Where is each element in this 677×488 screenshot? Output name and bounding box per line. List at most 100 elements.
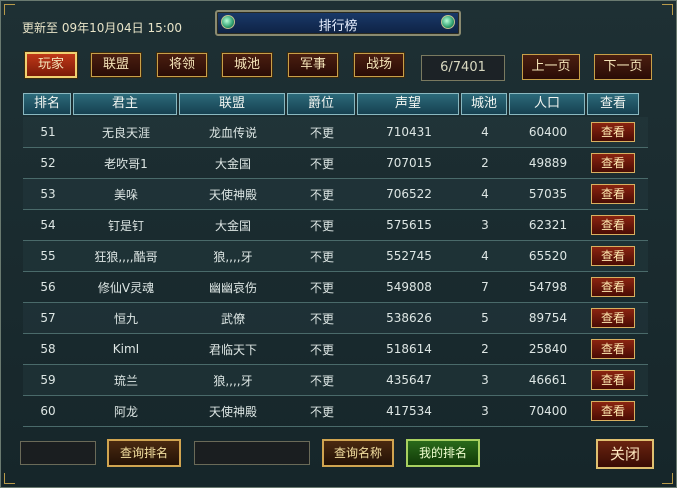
- alliance-cell: 君临天下: [208, 342, 257, 357]
- population-cell: 60400: [528, 125, 568, 139]
- prev-page-button[interactable]: 上一页: [522, 54, 580, 80]
- alliance-cell: 大金国: [214, 218, 251, 233]
- alliance-cell: 天使神殿: [208, 404, 257, 419]
- title-cell: 不更: [309, 156, 334, 171]
- population-cell: 62321: [528, 218, 568, 232]
- frame-corner: [4, 4, 15, 15]
- cities-cell: 5: [481, 311, 489, 325]
- view-cell: 查看: [587, 401, 639, 421]
- cities-cell: 3: [481, 218, 489, 232]
- lord-cell: KimI: [112, 342, 140, 356]
- alliance-cell: 大金国: [214, 156, 251, 171]
- view-button[interactable]: 查看: [591, 308, 635, 328]
- view-cell: 查看: [587, 122, 639, 142]
- population-cell: 65520: [528, 249, 568, 263]
- frame-corner: [662, 473, 673, 484]
- prestige-cell: 706522: [386, 187, 432, 201]
- title-cell: 不更: [309, 404, 334, 419]
- title-cell: 不更: [309, 187, 334, 202]
- view-cell: 查看: [587, 370, 639, 390]
- rank-cell: 58: [40, 342, 56, 356]
- tab-generals[interactable]: 将领: [156, 52, 208, 78]
- prestige-cell: 552745: [386, 249, 432, 263]
- view-cell: 查看: [587, 153, 639, 173]
- view-cell: 查看: [587, 339, 639, 359]
- view-button[interactable]: 查看: [591, 277, 635, 297]
- rank-cell: 52: [40, 156, 56, 170]
- tab-military[interactable]: 军事: [287, 52, 339, 78]
- frame-corner: [4, 473, 15, 484]
- cities-cell: 2: [481, 342, 489, 356]
- query-name-button[interactable]: 查询名称: [322, 439, 394, 467]
- view-cell: 查看: [587, 184, 639, 204]
- cities-cell: 3: [481, 373, 489, 387]
- view-button[interactable]: 查看: [591, 370, 635, 390]
- rank-input[interactable]: [20, 441, 96, 465]
- alliance-cell: 天使神殿: [208, 187, 257, 202]
- rank-cell: 60: [40, 404, 56, 418]
- next-page-button[interactable]: 下一页: [594, 54, 652, 80]
- alliance-cell: 龙血传说: [208, 125, 257, 140]
- lord-cell: 修仙V灵魂: [97, 280, 155, 295]
- alliance-cell: 狼,,,,牙: [213, 373, 253, 388]
- column-header-population: 人口: [509, 93, 585, 115]
- alliance-cell: 武僚: [220, 311, 245, 326]
- prestige-cell: 549808: [386, 280, 432, 294]
- title-cell: 不更: [309, 373, 334, 388]
- title-cell: 不更: [309, 218, 334, 233]
- prestige-cell: 518614: [386, 342, 432, 356]
- view-button[interactable]: 查看: [591, 215, 635, 235]
- view-button[interactable]: 查看: [591, 246, 635, 266]
- page-indicator: 6/7401: [421, 55, 505, 81]
- lord-cell: 钉是钉: [107, 218, 144, 233]
- tab-cities[interactable]: 城池: [221, 52, 273, 78]
- view-cell: 查看: [587, 215, 639, 235]
- update-time: 更新至 09年10月04日 15:00: [22, 21, 183, 35]
- tab-alliances[interactable]: 联盟: [90, 52, 142, 78]
- cities-cell: 4: [481, 249, 489, 263]
- view-button[interactable]: 查看: [591, 339, 635, 359]
- prestige-cell: 417534: [386, 404, 432, 418]
- population-cell: 49889: [528, 156, 568, 170]
- alliance-cell: 狼,,,,牙: [213, 249, 253, 264]
- lord-cell: 老吹哥1: [104, 156, 148, 171]
- table-row: 54 钉是钉 大金国 不更 575615 3 62321 查看: [23, 210, 648, 241]
- lord-cell: 琉兰: [113, 373, 138, 388]
- column-header-prestige: 声望: [357, 93, 459, 115]
- table-row: 51 无良天涯 龙血传说 不更 710431 4 60400 查看: [23, 117, 648, 148]
- title-cell: 不更: [309, 280, 334, 295]
- population-cell: 46661: [528, 373, 568, 387]
- prestige-cell: 575615: [386, 218, 432, 232]
- view-button[interactable]: 查看: [591, 401, 635, 421]
- rank-cell: 59: [40, 373, 56, 387]
- rank-cell: 56: [40, 280, 56, 294]
- lord-cell: 无良天涯: [101, 125, 150, 140]
- title-cell: 不更: [309, 342, 334, 357]
- title-bar: 排行榜: [215, 10, 461, 36]
- close-button[interactable]: 关闭: [596, 439, 654, 469]
- view-button[interactable]: 查看: [591, 153, 635, 173]
- tab-battlefield[interactable]: 战场: [353, 52, 405, 78]
- prestige-cell: 435647: [386, 373, 432, 387]
- view-button[interactable]: 查看: [591, 122, 635, 142]
- table-row: 59 琉兰 狼,,,,牙 不更 435647 3 46661 查看: [23, 365, 648, 396]
- view-button[interactable]: 查看: [591, 184, 635, 204]
- column-header-title: 爵位: [287, 93, 355, 115]
- cities-cell: 4: [481, 125, 489, 139]
- query-rank-button[interactable]: 查询排名: [107, 439, 181, 467]
- name-input[interactable]: [194, 441, 310, 465]
- my-rank-button[interactable]: 我的排名: [406, 439, 480, 467]
- cities-cell: 3: [481, 404, 489, 418]
- table-row: 55 狂狼,,,,酷哥 狼,,,,牙 不更 552745 4 65520 查看: [23, 241, 648, 272]
- population-cell: 25840: [528, 342, 568, 356]
- view-cell: 查看: [587, 277, 639, 297]
- table-row: 56 修仙V灵魂 幽幽哀伤 不更 549808 7 54798 查看: [23, 272, 648, 303]
- table-body: 51 无良天涯 龙血传说 不更 710431 4 60400 查看 52 老吹哥1 大金国 不更 707…: [23, 117, 648, 427]
- prestige-cell: 710431: [386, 125, 432, 139]
- column-header-cities: 城池: [461, 93, 507, 115]
- table-header: 排名 君主 联盟 爵位 声望 城池 人口 查看: [23, 93, 648, 117]
- cities-cell: 4: [481, 187, 489, 201]
- tab-players[interactable]: 玩家: [24, 51, 78, 79]
- table-row: 58 KimI 君临天下 不更 518614 2 25840 查看: [23, 334, 648, 365]
- population-cell: 70400: [528, 404, 568, 418]
